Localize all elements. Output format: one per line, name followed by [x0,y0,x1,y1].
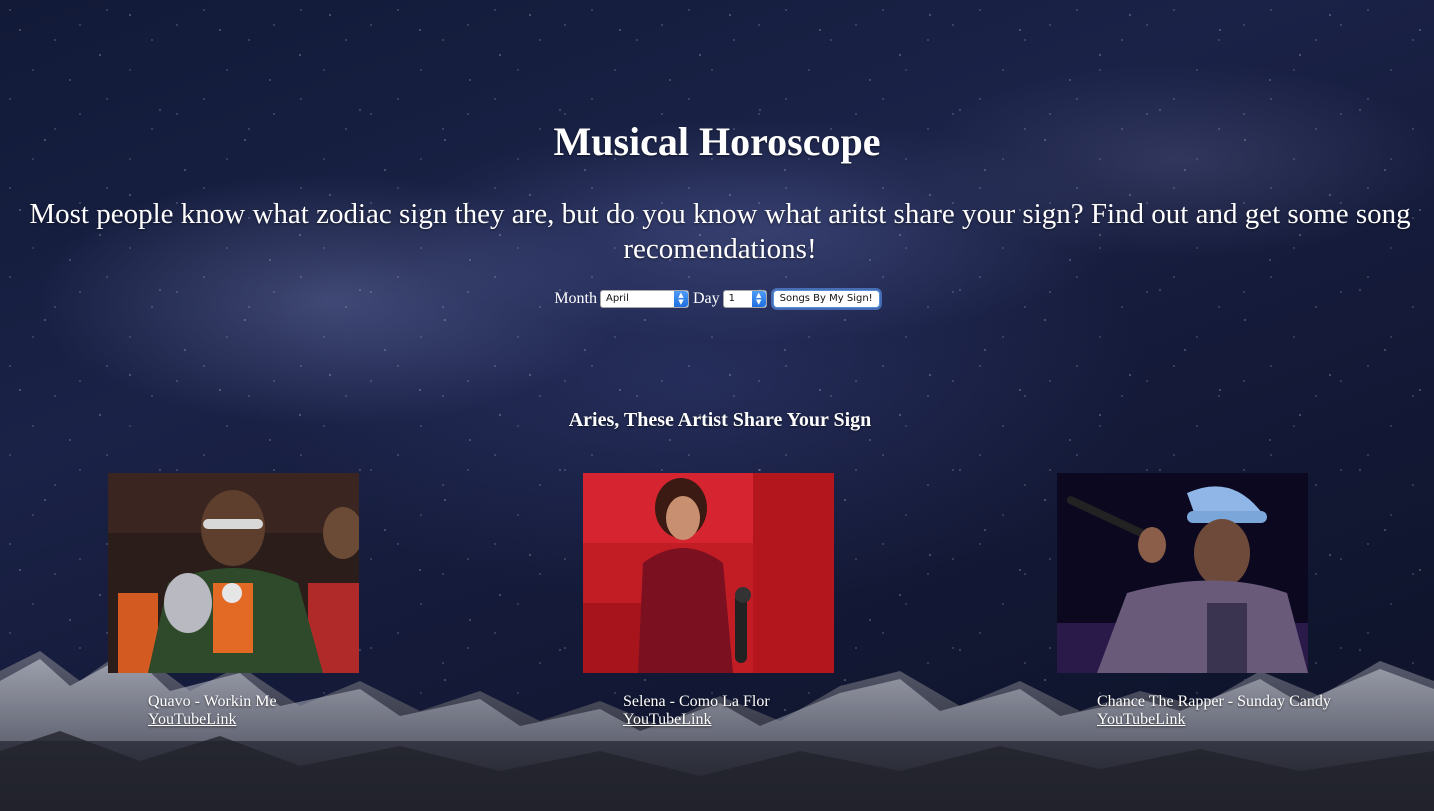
artist-card: Chance The Rapper - Sunday Candy YouTube… [1057,473,1357,729]
day-label: Day [692,290,720,307]
youtube-link[interactable]: YouTubeLink [148,711,236,729]
day-select-value: 1 [728,293,736,304]
month-select[interactable]: April ▲ ▼ [599,290,689,308]
song-caption: Chance The Rapper - Sunday Candy YouTube… [1057,693,1357,729]
page-title: Musical Horoscope [553,119,881,164]
youtube-link[interactable]: YouTubeLink [1097,711,1185,729]
artist-photo-selena [583,473,834,673]
birthday-form: Month April ▲ ▼ Day 1 ▲ ▼ Songs By My Sign… [0,290,1434,308]
main-content: Musical Horoscope Most people know what … [0,0,1434,811]
youtube-link[interactable]: YouTubeLink [623,711,711,729]
song-caption: Selena - Como La Flor YouTubeLink [583,693,883,729]
songs-by-my-sign-button[interactable]: Songs By My Sign! [772,290,880,308]
song-caption-text: Selena - Como La Flor [623,693,770,710]
select-arrows-icon: ▲ ▼ [751,291,766,307]
song-caption-text: Chance The Rapper - Sunday Candy [1097,693,1331,710]
artist-photo-quavo [108,473,359,673]
results-heading: Aries, These Artist Share Your Sign [568,409,872,431]
song-caption: Quavo - Workin Me YouTubeLink [108,693,408,729]
month-label: Month [554,290,597,307]
month-select-value: April [605,293,629,304]
intro-text: Most people know what zodiac sign they a… [29,198,1411,265]
artist-photo-chance [1057,473,1308,673]
artist-card: Selena - Como La Flor YouTubeLink [583,473,883,729]
day-select[interactable]: 1 ▲ ▼ [722,290,767,308]
song-caption-text: Quavo - Workin Me [148,693,277,710]
select-arrows-icon: ▲ ▼ [673,291,688,307]
artist-card: Quavo - Workin Me YouTubeLink [108,473,408,729]
